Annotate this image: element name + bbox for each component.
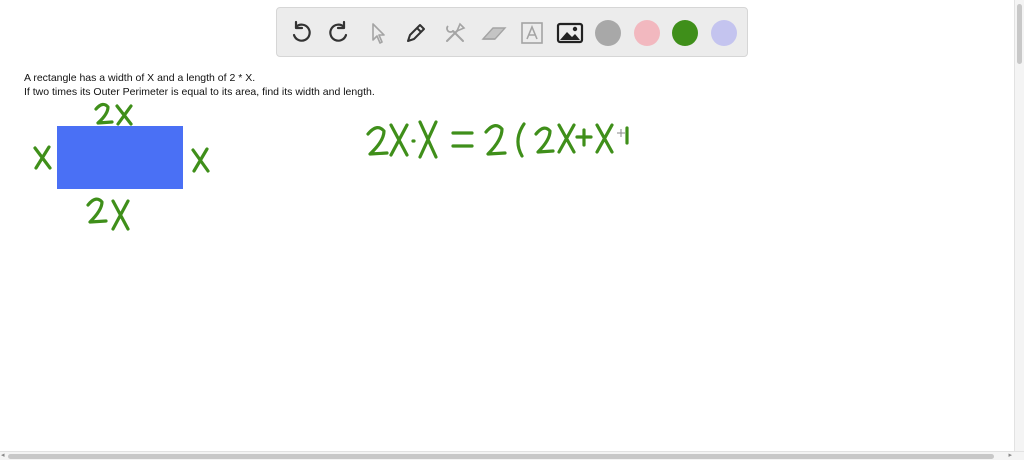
scroll-left-icon[interactable]: ◂ bbox=[1, 452, 5, 460]
horizontal-scrollbar[interactable]: ◂ ▸ bbox=[0, 451, 1024, 460]
label-bottom-2x-x bbox=[111, 199, 130, 231]
eq-x1 bbox=[389, 123, 409, 157]
eq-x2 bbox=[418, 120, 438, 159]
label-top-2x bbox=[94, 102, 114, 125]
eq-plus1 bbox=[575, 128, 593, 147]
label-bottom-2x bbox=[86, 197, 108, 224]
label-right-x bbox=[191, 147, 210, 173]
eq-paren bbox=[516, 122, 526, 158]
eq-2 bbox=[366, 126, 389, 156]
eq-2c bbox=[534, 126, 555, 154]
eq-x3 bbox=[557, 123, 576, 154]
label-top-2x-x bbox=[115, 104, 133, 126]
cursor-crosshair bbox=[617, 129, 625, 137]
eq-x4 bbox=[595, 123, 614, 154]
vertical-scrollbar[interactable] bbox=[1014, 0, 1024, 452]
horizontal-scroll-thumb[interactable] bbox=[8, 454, 994, 459]
eq-2b bbox=[484, 124, 507, 156]
label-left-x bbox=[33, 145, 52, 170]
handwriting-layer bbox=[33, 102, 629, 231]
whiteboard-canvas[interactable]: A rectangle has a width of X and a lengt… bbox=[0, 0, 1024, 460]
eq-equals bbox=[451, 131, 474, 148]
vertical-scroll-thumb[interactable] bbox=[1017, 4, 1022, 64]
scroll-right-icon[interactable]: ▸ bbox=[1008, 452, 1012, 460]
